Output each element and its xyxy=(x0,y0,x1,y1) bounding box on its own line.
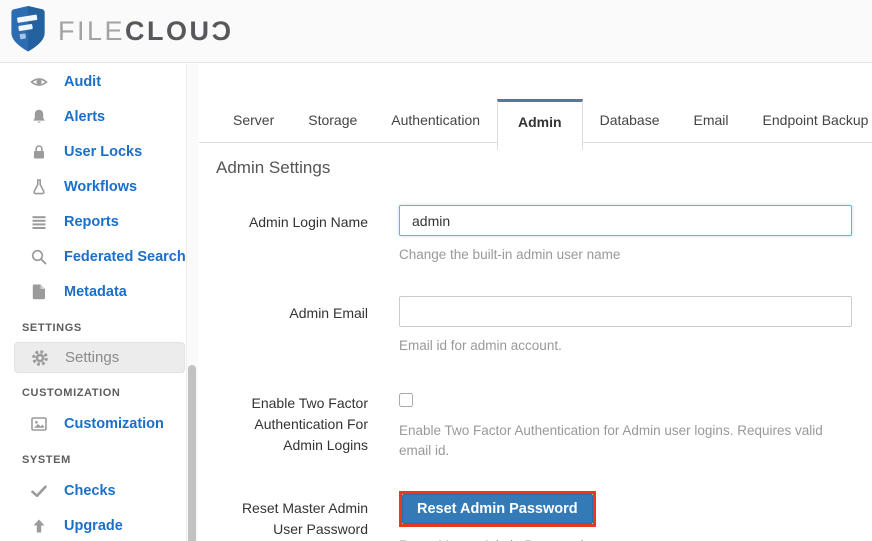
sidebar-item-customization[interactable]: Customization xyxy=(0,406,199,441)
sidebar-item-label: Upgrade xyxy=(64,517,123,534)
sidebar-item-label: Customization xyxy=(64,415,164,432)
tab-storage[interactable]: Storage xyxy=(291,99,374,142)
admin-settings-form: Admin Login Name Change the built-in adm… xyxy=(216,205,872,541)
form-row-reset-password: Reset Master Admin User Password Reset A… xyxy=(216,491,872,541)
sidebar: Audit Alerts User Locks Workflows Report… xyxy=(0,64,199,541)
check-icon xyxy=(30,482,48,500)
sidebar-item-label: Workflows xyxy=(64,178,138,195)
sidebar-item-upgrade[interactable]: Upgrade xyxy=(0,508,199,541)
sidebar-item-federated-search[interactable]: Federated Search xyxy=(0,239,199,274)
main-content: Server Storage Authentication Admin Data… xyxy=(199,64,872,541)
reset-admin-password-button[interactable]: Reset Admin Password xyxy=(402,494,593,525)
tab-authentication[interactable]: Authentication xyxy=(374,99,497,142)
tab-server[interactable]: Server xyxy=(216,99,291,142)
admin-login-name-input[interactable] xyxy=(399,205,852,236)
reset-password-label: Reset Master Admin User Password xyxy=(241,500,368,538)
tab-database[interactable]: Database xyxy=(583,99,677,142)
form-row-admin-email: Admin Email Email id for admin account. xyxy=(216,295,872,356)
sidebar-scrollbar-track[interactable] xyxy=(186,64,198,541)
admin-email-help: Email id for admin account. xyxy=(399,337,562,353)
sidebar-item-label: Alerts xyxy=(64,108,106,125)
tab-email[interactable]: Email xyxy=(677,99,746,142)
two-factor-checkbox[interactable] xyxy=(399,393,413,408)
filecloud-shield-icon xyxy=(10,5,46,58)
admin-login-name-help: Change the built-in admin user name xyxy=(399,247,621,262)
arrow-up-icon xyxy=(30,517,48,535)
filecloud-logo[interactable]: FILECLOUƆ xyxy=(10,5,234,58)
two-factor-help: Enable Two Factor Authentication for Adm… xyxy=(399,423,823,458)
settings-tabbar: Server Storage Authentication Admin Data… xyxy=(199,64,872,150)
admin-email-input[interactable] xyxy=(399,295,852,327)
file-icon xyxy=(30,283,48,301)
sidebar-item-alerts[interactable]: Alerts xyxy=(0,99,199,134)
sidebar-item-label: Audit xyxy=(64,73,102,90)
sidebar-item-reports[interactable]: Reports xyxy=(0,204,199,239)
sidebar-item-checks[interactable]: Checks xyxy=(0,473,199,508)
bell-icon xyxy=(30,108,48,126)
sidebar-item-label: Reports xyxy=(64,213,119,230)
sidebar-item-label: Federated Search xyxy=(64,248,186,265)
sidebar-scrollbar-thumb[interactable] xyxy=(188,365,196,541)
sidebar-item-workflows[interactable]: Workflows xyxy=(0,169,199,204)
flask-icon xyxy=(30,178,48,196)
image-icon xyxy=(30,415,48,433)
sidebar-item-label: Checks xyxy=(64,482,116,499)
tab-admin[interactable]: Admin xyxy=(497,99,583,150)
page-title: Admin Settings xyxy=(216,158,331,177)
sidebar-item-label: Settings xyxy=(65,349,120,366)
sidebar-item-label: User Locks xyxy=(64,143,143,160)
reset-password-help: Reset Master Admin Password xyxy=(399,536,852,541)
sidebar-section-customization: CUSTOMIZATION xyxy=(22,387,121,399)
form-row-admin-login-name: Admin Login Name Change the built-in adm… xyxy=(216,205,872,265)
sidebar-item-user-locks[interactable]: User Locks xyxy=(0,134,199,169)
sidebar-item-audit[interactable]: Audit xyxy=(0,64,199,99)
search-icon xyxy=(30,248,48,266)
sidebar-section-settings: SETTINGS xyxy=(22,322,82,334)
lock-icon xyxy=(30,143,48,161)
tab-endpoint-backup[interactable]: Endpoint Backup xyxy=(746,99,872,142)
list-icon xyxy=(30,213,48,231)
admin-email-label: Admin Email xyxy=(289,304,368,321)
sidebar-item-label: Metadata xyxy=(64,283,127,300)
app-header: FILECLOUƆ xyxy=(0,0,872,63)
sidebar-item-metadata[interactable]: Metadata xyxy=(0,274,199,309)
admin-login-name-label: Admin Login Name xyxy=(248,214,368,230)
reset-password-highlight-frame: Reset Admin Password xyxy=(399,491,596,528)
eye-icon xyxy=(30,73,48,91)
filecloud-wordmark: FILECLOUƆ xyxy=(58,15,234,46)
form-row-two-factor: Enable Two Factor Authentication For Adm… xyxy=(216,386,872,460)
sidebar-section-system: SYSTEM xyxy=(22,454,71,466)
sidebar-item-settings[interactable]: Settings xyxy=(14,342,185,373)
gear-icon xyxy=(31,349,49,367)
two-factor-label: Enable Two Factor Authentication For Adm… xyxy=(251,395,368,454)
